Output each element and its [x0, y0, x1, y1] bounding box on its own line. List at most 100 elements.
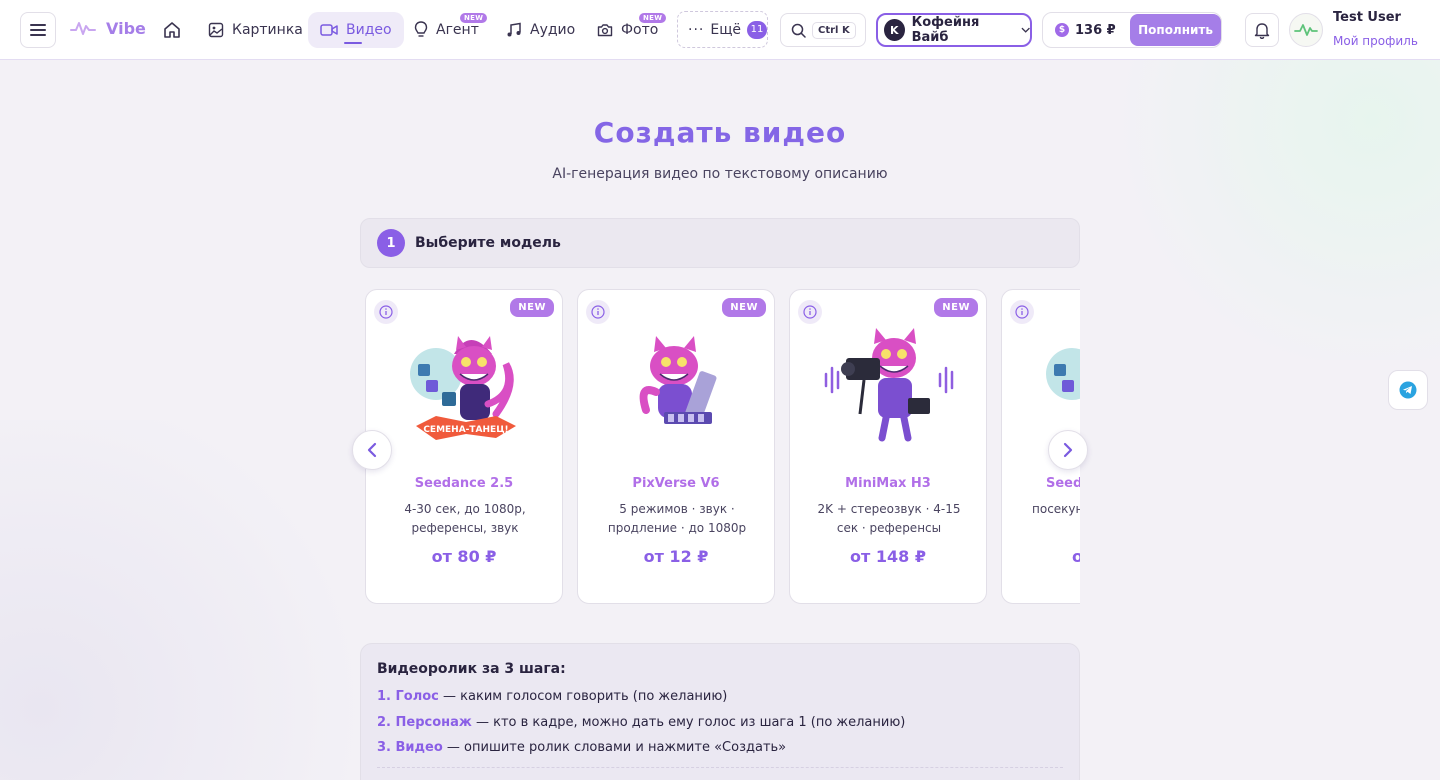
nav-item-label: Картинка — [232, 22, 303, 38]
cheshire-cat-dancing-image: СЕМЕНА-ТАНЕЦ! — [410, 336, 516, 440]
model-description: 2K + стереозвук · 4-15 сек · референсы — [817, 502, 961, 535]
nav-item-agent[interactable]: Агент NEW — [402, 12, 491, 48]
search-button[interactable]: Ctrl K — [780, 13, 866, 47]
chevron-right-icon — [1063, 442, 1073, 458]
nav-item-video[interactable]: Видео — [308, 12, 404, 48]
more-button[interactable]: ··· Ещё 11 — [677, 11, 768, 48]
nav-item-label: Агент — [436, 22, 479, 38]
profile-link[interactable]: Мой профиль — [1333, 34, 1418, 48]
nav-item-image[interactable]: Картинка — [196, 12, 315, 48]
logo-text: Vibe — [106, 18, 146, 38]
home-icon — [164, 22, 180, 38]
background-glow — [0, 420, 400, 780]
telegram-icon — [1399, 381, 1417, 399]
nav-item-label: Аудио — [530, 22, 576, 38]
balance-widget: $ 136 ₽ Пополнить — [1042, 12, 1222, 48]
howto-step-key: 2. Персонаж — [377, 714, 472, 730]
howto-step: 2. Персонаж — кто в кадре, можно дать ем… — [377, 713, 1063, 739]
info-button[interactable] — [798, 300, 822, 324]
model-price: о — [1072, 547, 1080, 566]
howto-step-key: 3. Видео — [377, 740, 443, 755]
image-icon — [208, 22, 224, 38]
logo-wave-icon — [70, 22, 96, 35]
howto-step-text: — опишите ролик словами и нажмите «Созда… — [442, 740, 787, 755]
step-number: 1 — [377, 229, 405, 257]
info-icon — [1015, 305, 1029, 319]
logo[interactable]: Vibe — [70, 18, 146, 38]
notifications-button[interactable] — [1245, 13, 1279, 47]
info-button[interactable] — [586, 300, 610, 324]
howto-step: 1. Голос — каким голосом говорить (по же… — [377, 687, 1063, 713]
video-icon — [320, 24, 338, 36]
user-name: Test User — [1333, 10, 1401, 25]
chevron-left-icon — [367, 442, 377, 458]
background-glow — [1100, 60, 1440, 360]
model-name: Seed — [1046, 476, 1080, 491]
new-badge: NEW — [639, 13, 667, 23]
top-navbar: Vibe Картинка Видео Агент NEW Аудио Фото… — [0, 0, 1440, 60]
balance-value: 136 ₽ — [1075, 22, 1116, 38]
carousel-next-button[interactable] — [1048, 430, 1088, 470]
model-name: PixVerse V6 — [632, 476, 720, 491]
model-carousel: NEW СЕМЕНА-ТАНЕЦ! Seedance 2.5 4-30 сек,… — [360, 288, 1080, 608]
camera-icon — [597, 24, 613, 37]
chevron-down-icon — [1021, 27, 1030, 33]
nav-item-label: Фото — [621, 22, 659, 38]
nav-item-audio[interactable]: Аудио — [494, 12, 587, 48]
workspace-selector[interactable]: K Кофейня Вайб — [876, 13, 1032, 47]
menu-button[interactable] — [20, 12, 56, 48]
page-subtitle: AI-генерация видео по текстовому описани… — [552, 166, 888, 182]
model-name: Seedance 2.5 — [414, 476, 514, 491]
divider — [377, 766, 1063, 768]
more-dots-icon: ··· — [688, 21, 705, 38]
model-name: MiniMax H3 — [845, 476, 931, 491]
more-count-badge: 11 — [747, 20, 768, 39]
carousel-prev-button[interactable] — [352, 430, 392, 470]
model-card-minimax[interactable]: NEW MiniMax H3 2K + стереозвук · 4-15 се… — [789, 289, 987, 604]
howto-title: Видеоролик за 3 шага: — [377, 661, 566, 677]
telegram-button[interactable] — [1388, 370, 1428, 410]
bell-icon — [1254, 22, 1270, 39]
new-badge: NEW — [460, 13, 488, 23]
hamburger-icon — [30, 24, 46, 36]
workspace-name: Кофейня Вайб — [911, 15, 980, 45]
page-title: Создать видео — [593, 116, 847, 149]
step-label: Выберите модель — [415, 235, 561, 251]
howto-step-key: 1. Голос — [377, 689, 439, 704]
model-price: от 12 ₽ — [643, 547, 709, 566]
lightbulb-icon — [414, 21, 428, 37]
nav-item-label: Видео — [346, 22, 392, 38]
cheshire-cat-film-image — [639, 336, 717, 424]
model-card-seedance[interactable]: NEW СЕМЕНА-ТАНЕЦ! Seedance 2.5 4-30 сек,… — [365, 289, 563, 604]
avatar-wave-icon — [1294, 24, 1318, 36]
info-icon — [803, 305, 817, 319]
info-icon — [379, 305, 393, 319]
workspace-avatar: K — [884, 19, 905, 41]
balance-amount[interactable]: $ 136 ₽ — [1043, 23, 1130, 38]
model-card-pixverse[interactable]: NEW PixVerse V6 5 режимов · звук · продл… — [577, 289, 775, 604]
info-icon — [591, 305, 605, 319]
model-description: 5 режимов · звук · продление · до 1080p — [607, 502, 747, 535]
nav-item-photo[interactable]: Фото NEW — [585, 12, 670, 48]
coin-icon: $ — [1055, 23, 1069, 37]
model-price: от 148 ₽ — [850, 547, 926, 566]
model-description: 4-30 сек, до 1080p, референсы, звук — [404, 502, 526, 535]
howto-panel: Видеоролик за 3 шага: 1. Голос — каким г… — [360, 643, 1080, 780]
howto-step: 3. Видео — опишите ролик словами и нажми… — [377, 738, 1063, 764]
topup-button[interactable]: Пополнить — [1130, 14, 1221, 46]
howto-step-text: — кто в кадре, можно дать ему голос из ш… — [471, 714, 906, 730]
info-button[interactable] — [374, 300, 398, 324]
more-label: Ещё — [710, 21, 742, 38]
model-description: посекун рефер — [1032, 502, 1080, 516]
music-note-icon — [507, 22, 521, 37]
avatar[interactable] — [1289, 13, 1323, 47]
cheshire-cat-camera-image — [824, 328, 954, 442]
search-icon — [791, 23, 806, 38]
home-button[interactable] — [160, 18, 184, 42]
info-button[interactable] — [1010, 300, 1034, 324]
step-header: 1 Выберите модель — [360, 218, 1080, 268]
model-price: от 80 ₽ — [431, 547, 497, 566]
search-shortcut: Ctrl K — [812, 21, 856, 39]
howto-step-text: — каким голосом говорить (по желанию) — [438, 689, 728, 704]
sign-text: СЕМЕНА-ТАНЕЦ! — [423, 425, 508, 435]
